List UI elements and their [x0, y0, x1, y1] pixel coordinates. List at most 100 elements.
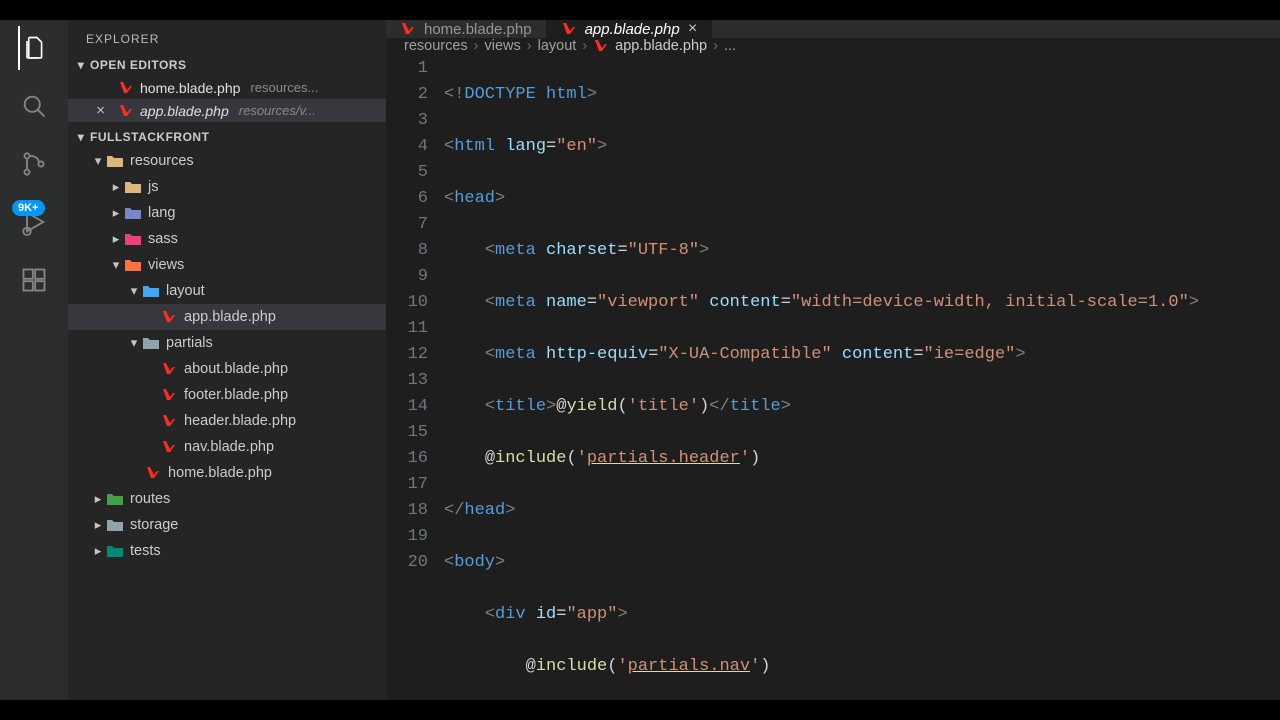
file-header[interactable]: header.blade.php: [68, 408, 386, 434]
tree-label: layout: [166, 283, 205, 299]
laravel-icon: [118, 103, 134, 119]
chevron-right-icon: ▸: [90, 517, 106, 533]
close-icon[interactable]: ×: [688, 20, 697, 38]
chevron-right-icon: ▸: [108, 205, 124, 221]
laravel-icon: [160, 412, 178, 430]
tree-label: js: [148, 179, 158, 195]
laravel-icon: [400, 21, 416, 37]
file-app-blade[interactable]: app.blade.php: [68, 304, 386, 330]
chevron-down-icon: ▾: [72, 58, 90, 72]
folder-icon: [124, 256, 142, 274]
folder-icon: [142, 282, 160, 300]
laravel-icon: [593, 38, 609, 54]
sidebar-title: EXPLORER: [68, 20, 386, 54]
extensions-icon[interactable]: [18, 264, 50, 296]
chevron-down-icon: ▾: [126, 335, 142, 351]
folder-routes[interactable]: ▸ routes: [68, 486, 386, 512]
tree-label: app.blade.php: [184, 309, 276, 325]
crumb-label: app.blade.php: [615, 38, 707, 54]
crumb[interactable]: layout: [538, 38, 577, 54]
open-editors-header[interactable]: ▾ OPEN EDITORS: [68, 54, 386, 76]
project-header[interactable]: ▾ FULLSTACKFRONT: [68, 126, 386, 148]
tree-label: sass: [148, 231, 178, 247]
chevron-right-icon: ▸: [108, 179, 124, 195]
app-root: 9K+ EXPLORER ▾ OPEN EDITORS × home.blade…: [0, 20, 1280, 700]
folder-icon: [106, 152, 124, 170]
folder-views[interactable]: ▾ views: [68, 252, 386, 278]
open-editor-path: resources/v...: [239, 103, 316, 118]
folder-icon: [142, 334, 160, 352]
crumb-file[interactable]: app.blade.php: [593, 38, 707, 54]
tree-label: header.blade.php: [184, 413, 296, 429]
line-gutter: 1234567891011121314151617181920: [386, 54, 444, 720]
open-editor-name: app.blade.php: [140, 103, 229, 119]
folder-resources[interactable]: ▾ resources: [68, 148, 386, 174]
tree-label: about.blade.php: [184, 361, 288, 377]
folder-icon: [124, 204, 142, 222]
tree-label: nav.blade.php: [184, 439, 274, 455]
folder-storage[interactable]: ▸ storage: [68, 512, 386, 538]
folder-js[interactable]: ▸ js: [68, 174, 386, 200]
open-editors-list: × home.blade.php resources... × app.blad…: [68, 76, 386, 126]
tree-label: routes: [130, 491, 170, 507]
tree-label: resources: [130, 153, 194, 169]
tree-label: tests: [130, 543, 161, 559]
letterbox-bottom: [0, 700, 1280, 720]
laravel-icon: [160, 386, 178, 404]
activity-bar: 9K+: [0, 20, 68, 700]
chevron-right-icon: ▸: [108, 231, 124, 247]
sidebar: EXPLORER ▾ OPEN EDITORS × home.blade.php…: [68, 20, 386, 700]
letterbox-top: [0, 0, 1280, 20]
crumb[interactable]: views: [485, 38, 521, 54]
open-editor-item[interactable]: × app.blade.php resources/v...: [68, 99, 386, 122]
open-editor-item[interactable]: × home.blade.php resources...: [68, 76, 386, 99]
tree-label: views: [148, 257, 184, 273]
folder-icon: [106, 542, 124, 560]
folder-lang[interactable]: ▸ lang: [68, 200, 386, 226]
file-about[interactable]: about.blade.php: [68, 356, 386, 382]
explorer-icon[interactable]: [18, 32, 50, 64]
chevron-down-icon: ▾: [90, 153, 106, 169]
crumb[interactable]: resources: [404, 38, 468, 54]
tree-label: partials: [166, 335, 213, 351]
chevron-down-icon: ▾: [108, 257, 124, 273]
folder-partials[interactable]: ▾ partials: [68, 330, 386, 356]
laravel-icon: [561, 21, 577, 37]
crumb-more[interactable]: ...: [724, 38, 736, 54]
laravel-icon: [144, 464, 162, 482]
chevron-right-icon: ▸: [90, 543, 106, 559]
laravel-icon: [160, 308, 178, 326]
laravel-icon: [160, 360, 178, 378]
folder-layout[interactable]: ▾ layout: [68, 278, 386, 304]
folder-tests[interactable]: ▸ tests: [68, 538, 386, 564]
folder-sass[interactable]: ▸ sass: [68, 226, 386, 252]
close-icon[interactable]: ×: [96, 102, 112, 119]
source-control-icon[interactable]: [18, 148, 50, 180]
tab-home[interactable]: home.blade.php: [386, 20, 547, 38]
tree-label: footer.blade.php: [184, 387, 288, 403]
laravel-icon: [160, 438, 178, 456]
tree-label: home.blade.php: [168, 465, 272, 481]
project-name: FULLSTACKFRONT: [90, 130, 209, 144]
code-lines[interactable]: <!DOCTYPE html> <html lang="en"> <head> …: [444, 54, 1280, 720]
tab-app[interactable]: app.blade.php ×: [547, 20, 712, 38]
folder-icon: [124, 178, 142, 196]
breadcrumbs[interactable]: resources› views› layout› app.blade.php …: [386, 38, 1280, 54]
tab-label: home.blade.php: [424, 21, 532, 38]
scm-badge: 9K+: [12, 200, 45, 216]
search-icon[interactable]: [18, 90, 50, 122]
file-footer[interactable]: footer.blade.php: [68, 382, 386, 408]
tree-label: storage: [130, 517, 178, 533]
tab-bar: home.blade.php app.blade.php ×: [386, 20, 1280, 38]
tab-label: app.blade.php: [585, 21, 680, 38]
file-nav[interactable]: nav.blade.php: [68, 434, 386, 460]
file-home[interactable]: home.blade.php: [68, 460, 386, 486]
open-editors-label: OPEN EDITORS: [90, 58, 186, 72]
chevron-down-icon: ▾: [72, 130, 90, 144]
folder-icon: [106, 516, 124, 534]
code-editor[interactable]: 1234567891011121314151617181920 <!DOCTYP…: [386, 54, 1280, 720]
open-editor-path: resources...: [250, 80, 318, 95]
tree-label: lang: [148, 205, 175, 221]
folder-icon: [106, 490, 124, 508]
editor-area: home.blade.php app.blade.php × resources…: [386, 20, 1280, 700]
